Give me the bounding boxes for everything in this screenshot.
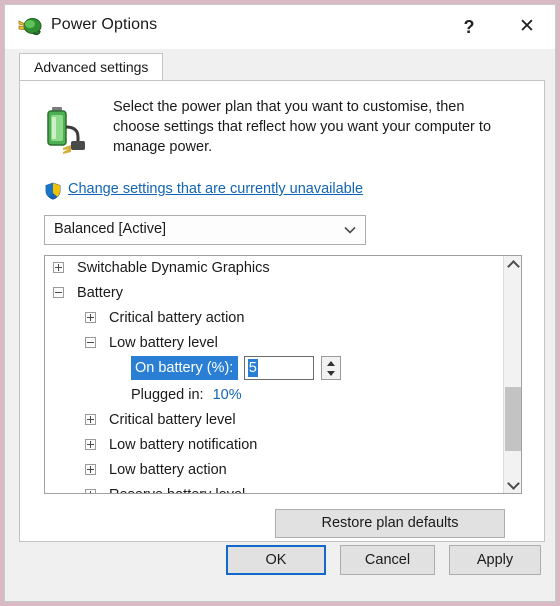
plan-description-text: Select the power plan that you want to c… bbox=[113, 99, 492, 155]
tab-page-advanced-settings: Select the power plan that you want to c… bbox=[19, 80, 545, 542]
tree-row-switchable-dynamic-graphics[interactable]: Switchable Dynamic Graphics bbox=[45, 256, 503, 281]
title-bar: Power Options ? ✕ bbox=[5, 5, 555, 49]
close-button[interactable]: ✕ bbox=[506, 13, 548, 41]
power-plan-value: Balanced [Active] bbox=[54, 221, 167, 237]
expander-plus-icon[interactable] bbox=[85, 312, 96, 323]
battery-plug-icon bbox=[38, 99, 94, 155]
apply-button[interactable]: Apply bbox=[449, 545, 541, 575]
dialog-inner-frame: Power Options ? ✕ Advanced settings Sele… bbox=[4, 4, 556, 602]
expander-plus-icon[interactable] bbox=[85, 464, 96, 475]
tree-row-label: Switchable Dynamic Graphics bbox=[77, 260, 270, 276]
tree-row-critical-battery-action[interactable]: Critical battery action bbox=[45, 306, 503, 331]
on-battery-input[interactable]: 5 bbox=[243, 356, 314, 380]
tree-row-label: Battery bbox=[77, 285, 123, 301]
tree-row-low-battery-notification[interactable]: Low battery notification bbox=[45, 433, 503, 458]
dialog-footer: OK Cancel Apply bbox=[5, 533, 555, 601]
triangle-up-icon bbox=[327, 361, 336, 366]
tree-row-label: Low battery notification bbox=[109, 437, 258, 453]
cancel-button[interactable]: Cancel bbox=[340, 545, 435, 575]
tree-row-battery[interactable]: Battery bbox=[45, 281, 503, 306]
tree-row-label: Reserve battery level bbox=[109, 487, 245, 493]
tab-active-underline bbox=[19, 36, 167, 38]
triangle-down-icon bbox=[327, 371, 336, 376]
expander-minus-icon[interactable] bbox=[85, 337, 96, 348]
stepper-down-button[interactable] bbox=[322, 368, 341, 379]
tab-advanced-settings[interactable]: Advanced settings bbox=[19, 53, 164, 81]
plugged-in-label: Plugged in: bbox=[131, 387, 204, 403]
chevron-down-icon bbox=[507, 477, 520, 490]
on-battery-value: 5 bbox=[247, 359, 258, 377]
expander-minus-icon[interactable] bbox=[53, 287, 64, 298]
tree-vertical-scrollbar[interactable] bbox=[503, 256, 521, 493]
tree-row-low-battery-action[interactable]: Low battery action bbox=[45, 458, 503, 483]
tree-row-label: Critical battery action bbox=[109, 310, 245, 326]
expander-plus-icon[interactable] bbox=[85, 439, 96, 450]
tree-row-low-battery-level[interactable]: Low battery level bbox=[45, 331, 503, 356]
window-title: Power Options bbox=[51, 16, 158, 33]
help-button[interactable]: ? bbox=[448, 13, 490, 41]
on-battery-stepper[interactable] bbox=[321, 356, 342, 380]
uac-shield-icon bbox=[44, 182, 62, 200]
tree-viewport: Switchable Dynamic Graphics Battery Crit… bbox=[45, 256, 503, 493]
advanced-settings-listbox[interactable]: Switchable Dynamic Graphics Battery Crit… bbox=[44, 255, 522, 494]
scrollbar-thumb[interactable] bbox=[505, 387, 521, 451]
chevron-down-icon bbox=[343, 223, 357, 237]
setting-row-on-battery[interactable]: On battery (%): 5 bbox=[45, 356, 503, 383]
change-settings-link[interactable]: Change settings that are currently unava… bbox=[68, 181, 363, 197]
tree-row-critical-battery-level[interactable]: Critical battery level bbox=[45, 408, 503, 433]
tree-row-label: Low battery action bbox=[109, 462, 227, 478]
scrollbar-up-button[interactable] bbox=[504, 256, 521, 275]
setting-row-plugged-in[interactable]: Plugged in: 10% bbox=[45, 383, 503, 408]
expander-plus-icon[interactable] bbox=[53, 262, 64, 273]
plugged-in-value: 10% bbox=[212, 387, 242, 403]
expander-plus-icon[interactable] bbox=[85, 489, 96, 493]
tab-strip: Advanced settings bbox=[5, 49, 555, 81]
scrollbar-down-button[interactable] bbox=[504, 474, 521, 493]
chevron-up-icon bbox=[507, 260, 520, 273]
tree-row-label: Critical battery level bbox=[109, 412, 236, 428]
tree-row-label: Low battery level bbox=[109, 335, 218, 351]
expander-plus-icon[interactable] bbox=[85, 414, 96, 425]
power-plan-combobox[interactable]: Balanced [Active] bbox=[44, 215, 366, 245]
ok-button[interactable]: OK bbox=[226, 545, 326, 575]
on-battery-label: On battery (%): bbox=[131, 356, 239, 380]
tree-row-reserve-battery-level[interactable]: Reserve battery level bbox=[45, 483, 503, 493]
power-options-dialog: Power Options ? ✕ Advanced settings Sele… bbox=[0, 0, 560, 606]
